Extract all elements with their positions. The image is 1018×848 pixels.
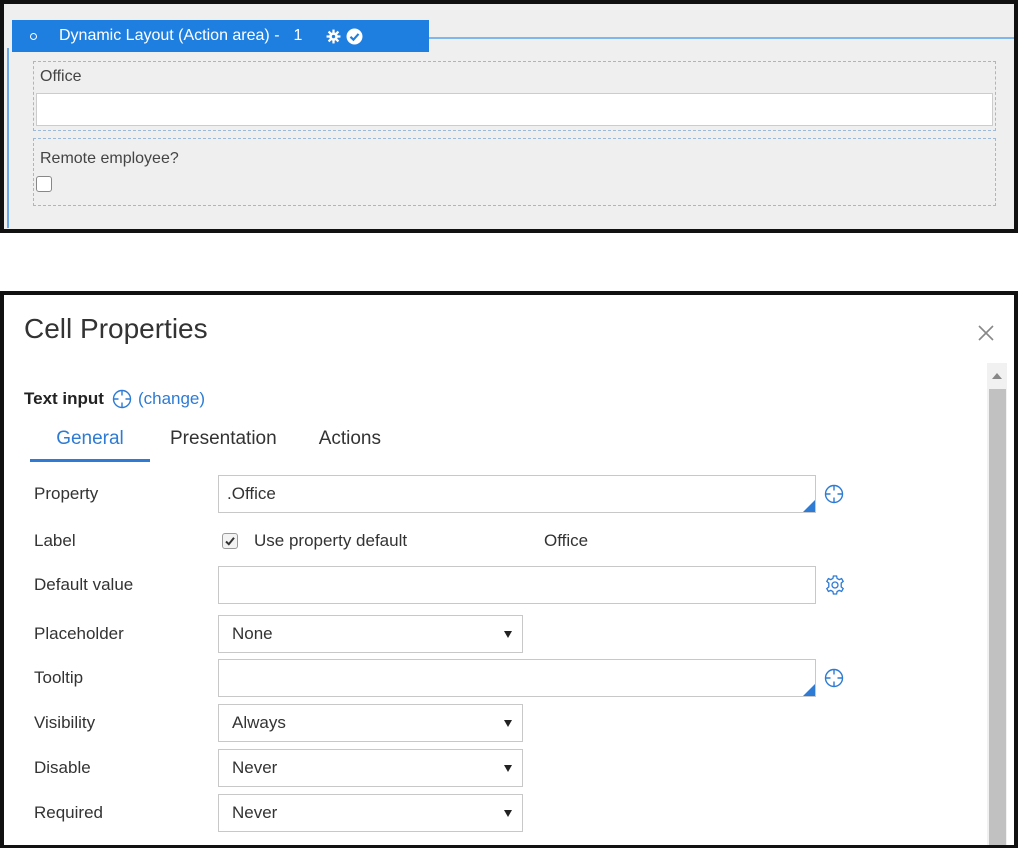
label-default-value: Office [544, 531, 589, 550]
gear-icon[interactable] [326, 29, 341, 44]
layout-header-rule [429, 37, 1014, 39]
label-row: Label Use property default Office [34, 524, 588, 558]
chevron-down-icon [504, 764, 512, 772]
chevron-down-icon [504, 719, 512, 727]
dynamic-layout-header[interactable]: Dynamic Layout (Action area) - 1 [12, 20, 429, 52]
autocomplete-corner-icon [803, 684, 815, 696]
tooltip-label: Tooltip [34, 668, 84, 687]
tab-general[interactable]: General [30, 425, 150, 462]
visibility-row: Visibility Always [34, 704, 523, 742]
default-value-input[interactable] [218, 566, 816, 604]
office-field-cell[interactable]: Office [33, 61, 996, 131]
property-label: Property [34, 484, 99, 503]
disable-label: Disable [34, 758, 91, 777]
office-field-label: Office [40, 68, 82, 85]
control-type-row: Text input (change) [24, 389, 205, 409]
property-row: Property .Office [34, 475, 844, 513]
tab-actions[interactable]: Actions [319, 425, 381, 462]
check-circle-icon[interactable] [346, 28, 363, 45]
crosshair-icon[interactable] [824, 484, 844, 504]
remote-employee-checkbox[interactable] [36, 176, 52, 192]
default-value-label: Default value [34, 575, 134, 594]
cell-properties-dialog: Cell Properties Text input (change) Gene… [0, 291, 1018, 848]
required-row: Required Never [34, 794, 523, 832]
required-select-value: Never [232, 803, 278, 822]
property-input-value: .Office [227, 484, 276, 503]
visibility-select-value: Always [232, 713, 286, 732]
chevron-down-icon [504, 809, 512, 817]
disable-select[interactable]: Never [218, 749, 523, 787]
tooltip-row: Tooltip [34, 659, 844, 697]
scroll-up-arrow-icon[interactable] [992, 373, 1002, 379]
layout-left-rule [7, 48, 9, 228]
scrollbar-thumb[interactable] [989, 389, 1006, 845]
tooltip-input[interactable] [218, 659, 816, 697]
dialog-title: Cell Properties [24, 313, 208, 344]
required-select[interactable]: Never [218, 794, 523, 832]
properties-tabs: General Presentation Actions [30, 425, 381, 462]
disable-row: Disable Never [34, 749, 523, 787]
layout-editor-panel: Dynamic Layout (Action area) - 1 Office … [0, 0, 1018, 233]
tab-presentation[interactable]: Presentation [170, 425, 277, 462]
property-input[interactable]: .Office [218, 475, 816, 513]
placeholder-row: Placeholder None [34, 615, 523, 653]
placeholder-label: Placeholder [34, 624, 124, 643]
close-icon[interactable] [974, 321, 998, 345]
chevron-down-icon [504, 630, 512, 638]
visibility-select[interactable]: Always [218, 704, 523, 742]
change-control-link[interactable]: (change) [138, 389, 205, 409]
settings-gear-icon[interactable] [824, 574, 846, 596]
use-property-default-checkbox[interactable] [222, 533, 238, 549]
autocomplete-corner-icon [803, 500, 815, 512]
crosshair-icon[interactable] [824, 668, 844, 688]
control-type-label: Text input [24, 389, 104, 408]
layout-header-title: Dynamic Layout (Action area) - [59, 27, 280, 44]
placeholder-select-value: None [232, 624, 273, 643]
use-property-default-label: Use property default [254, 531, 408, 550]
office-field-preview-input[interactable] [36, 93, 993, 126]
remote-employee-label: Remote employee? [40, 150, 179, 167]
layout-header-count: 1 [293, 27, 303, 44]
required-label: Required [34, 803, 103, 822]
dialog-scrollbar[interactable] [987, 363, 1007, 845]
remote-employee-cell[interactable]: Remote employee? [33, 138, 996, 206]
disable-select-value: Never [232, 758, 278, 777]
default-value-row: Default value [34, 566, 846, 604]
crosshair-icon[interactable] [112, 389, 132, 409]
placeholder-select[interactable]: None [218, 615, 523, 653]
layout-select-radio-icon[interactable] [30, 32, 37, 40]
visibility-label: Visibility [34, 713, 96, 732]
label-label: Label [34, 531, 76, 550]
checkmark-icon [225, 537, 235, 546]
